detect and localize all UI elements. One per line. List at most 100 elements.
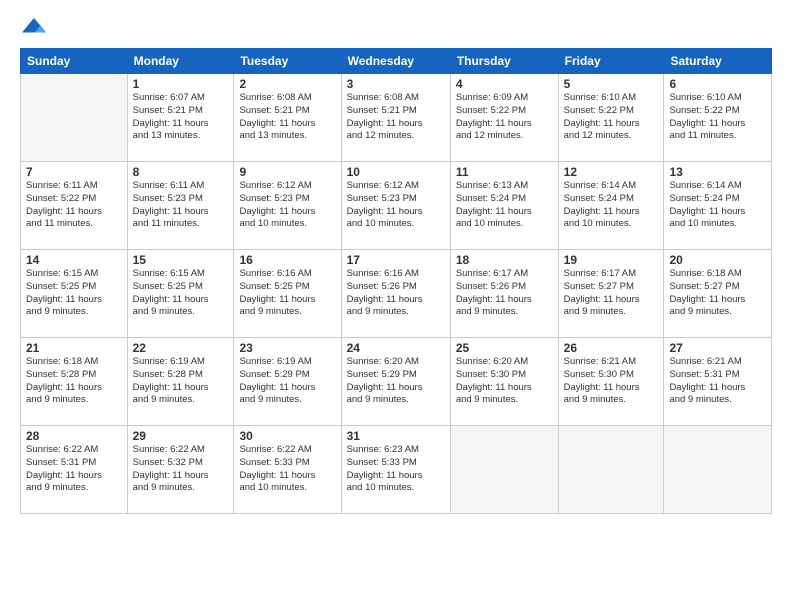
- day-number: 25: [456, 341, 553, 355]
- day-number: 8: [133, 165, 229, 179]
- calendar-cell: [21, 74, 128, 162]
- logo-icon: [20, 16, 48, 38]
- calendar-cell: 1Sunrise: 6:07 AMSunset: 5:21 PMDaylight…: [127, 74, 234, 162]
- day-info: Sunrise: 6:11 AMSunset: 5:23 PMDaylight:…: [133, 180, 229, 231]
- day-info: Sunrise: 6:22 AMSunset: 5:33 PMDaylight:…: [239, 444, 335, 495]
- day-number: 29: [133, 429, 229, 443]
- calendar-cell: 15Sunrise: 6:15 AMSunset: 5:25 PMDayligh…: [127, 250, 234, 338]
- calendar-cell: 24Sunrise: 6:20 AMSunset: 5:29 PMDayligh…: [341, 338, 450, 426]
- calendar: SundayMondayTuesdayWednesdayThursdayFrid…: [20, 48, 772, 514]
- day-info: Sunrise: 6:18 AMSunset: 5:27 PMDaylight:…: [669, 268, 766, 319]
- day-number: 2: [239, 77, 335, 91]
- calendar-cell: 23Sunrise: 6:19 AMSunset: 5:29 PMDayligh…: [234, 338, 341, 426]
- calendar-cell: 7Sunrise: 6:11 AMSunset: 5:22 PMDaylight…: [21, 162, 128, 250]
- calendar-cell: 4Sunrise: 6:09 AMSunset: 5:22 PMDaylight…: [450, 74, 558, 162]
- calendar-cell: 16Sunrise: 6:16 AMSunset: 5:25 PMDayligh…: [234, 250, 341, 338]
- calendar-cell: 30Sunrise: 6:22 AMSunset: 5:33 PMDayligh…: [234, 426, 341, 514]
- day-number: 7: [26, 165, 122, 179]
- weekday-header: Friday: [558, 49, 664, 74]
- weekday-header: Thursday: [450, 49, 558, 74]
- day-info: Sunrise: 6:12 AMSunset: 5:23 PMDaylight:…: [239, 180, 335, 231]
- calendar-cell: 9Sunrise: 6:12 AMSunset: 5:23 PMDaylight…: [234, 162, 341, 250]
- day-number: 23: [239, 341, 335, 355]
- day-info: Sunrise: 6:21 AMSunset: 5:31 PMDaylight:…: [669, 356, 766, 407]
- calendar-cell: [558, 426, 664, 514]
- calendar-cell: 17Sunrise: 6:16 AMSunset: 5:26 PMDayligh…: [341, 250, 450, 338]
- day-number: 19: [564, 253, 659, 267]
- day-number: 15: [133, 253, 229, 267]
- day-info: Sunrise: 6:19 AMSunset: 5:29 PMDaylight:…: [239, 356, 335, 407]
- calendar-cell: 2Sunrise: 6:08 AMSunset: 5:21 PMDaylight…: [234, 74, 341, 162]
- day-info: Sunrise: 6:09 AMSunset: 5:22 PMDaylight:…: [456, 92, 553, 143]
- day-info: Sunrise: 6:08 AMSunset: 5:21 PMDaylight:…: [347, 92, 445, 143]
- day-number: 30: [239, 429, 335, 443]
- weekday-header: Wednesday: [341, 49, 450, 74]
- day-info: Sunrise: 6:10 AMSunset: 5:22 PMDaylight:…: [564, 92, 659, 143]
- calendar-cell: 31Sunrise: 6:23 AMSunset: 5:33 PMDayligh…: [341, 426, 450, 514]
- day-info: Sunrise: 6:07 AMSunset: 5:21 PMDaylight:…: [133, 92, 229, 143]
- day-number: 20: [669, 253, 766, 267]
- calendar-cell: 22Sunrise: 6:19 AMSunset: 5:28 PMDayligh…: [127, 338, 234, 426]
- calendar-cell: 18Sunrise: 6:17 AMSunset: 5:26 PMDayligh…: [450, 250, 558, 338]
- day-number: 5: [564, 77, 659, 91]
- day-number: 27: [669, 341, 766, 355]
- day-number: 9: [239, 165, 335, 179]
- page: SundayMondayTuesdayWednesdayThursdayFrid…: [0, 0, 792, 612]
- weekday-header: Sunday: [21, 49, 128, 74]
- calendar-cell: 14Sunrise: 6:15 AMSunset: 5:25 PMDayligh…: [21, 250, 128, 338]
- day-number: 6: [669, 77, 766, 91]
- day-number: 3: [347, 77, 445, 91]
- calendar-cell: 5Sunrise: 6:10 AMSunset: 5:22 PMDaylight…: [558, 74, 664, 162]
- day-number: 14: [26, 253, 122, 267]
- day-info: Sunrise: 6:22 AMSunset: 5:31 PMDaylight:…: [26, 444, 122, 495]
- calendar-cell: 26Sunrise: 6:21 AMSunset: 5:30 PMDayligh…: [558, 338, 664, 426]
- day-info: Sunrise: 6:15 AMSunset: 5:25 PMDaylight:…: [133, 268, 229, 319]
- day-info: Sunrise: 6:17 AMSunset: 5:26 PMDaylight:…: [456, 268, 553, 319]
- day-number: 24: [347, 341, 445, 355]
- day-number: 21: [26, 341, 122, 355]
- day-number: 22: [133, 341, 229, 355]
- day-number: 18: [456, 253, 553, 267]
- calendar-cell: 29Sunrise: 6:22 AMSunset: 5:32 PMDayligh…: [127, 426, 234, 514]
- header: [20, 16, 772, 38]
- day-info: Sunrise: 6:18 AMSunset: 5:28 PMDaylight:…: [26, 356, 122, 407]
- day-info: Sunrise: 6:21 AMSunset: 5:30 PMDaylight:…: [564, 356, 659, 407]
- day-number: 31: [347, 429, 445, 443]
- day-number: 10: [347, 165, 445, 179]
- day-number: 26: [564, 341, 659, 355]
- weekday-header: Tuesday: [234, 49, 341, 74]
- day-info: Sunrise: 6:23 AMSunset: 5:33 PMDaylight:…: [347, 444, 445, 495]
- calendar-cell: 28Sunrise: 6:22 AMSunset: 5:31 PMDayligh…: [21, 426, 128, 514]
- day-info: Sunrise: 6:22 AMSunset: 5:32 PMDaylight:…: [133, 444, 229, 495]
- weekday-header: Monday: [127, 49, 234, 74]
- weekday-header: Saturday: [664, 49, 772, 74]
- calendar-cell: 19Sunrise: 6:17 AMSunset: 5:27 PMDayligh…: [558, 250, 664, 338]
- calendar-cell: 8Sunrise: 6:11 AMSunset: 5:23 PMDaylight…: [127, 162, 234, 250]
- calendar-cell: 27Sunrise: 6:21 AMSunset: 5:31 PMDayligh…: [664, 338, 772, 426]
- calendar-cell: 21Sunrise: 6:18 AMSunset: 5:28 PMDayligh…: [21, 338, 128, 426]
- calendar-cell: 10Sunrise: 6:12 AMSunset: 5:23 PMDayligh…: [341, 162, 450, 250]
- day-info: Sunrise: 6:20 AMSunset: 5:30 PMDaylight:…: [456, 356, 553, 407]
- day-info: Sunrise: 6:17 AMSunset: 5:27 PMDaylight:…: [564, 268, 659, 319]
- day-info: Sunrise: 6:13 AMSunset: 5:24 PMDaylight:…: [456, 180, 553, 231]
- day-number: 16: [239, 253, 335, 267]
- day-info: Sunrise: 6:16 AMSunset: 5:25 PMDaylight:…: [239, 268, 335, 319]
- calendar-cell: 20Sunrise: 6:18 AMSunset: 5:27 PMDayligh…: [664, 250, 772, 338]
- day-number: 13: [669, 165, 766, 179]
- calendar-cell: 11Sunrise: 6:13 AMSunset: 5:24 PMDayligh…: [450, 162, 558, 250]
- day-info: Sunrise: 6:16 AMSunset: 5:26 PMDaylight:…: [347, 268, 445, 319]
- day-info: Sunrise: 6:14 AMSunset: 5:24 PMDaylight:…: [564, 180, 659, 231]
- calendar-cell: [664, 426, 772, 514]
- calendar-cell: 13Sunrise: 6:14 AMSunset: 5:24 PMDayligh…: [664, 162, 772, 250]
- day-number: 11: [456, 165, 553, 179]
- day-info: Sunrise: 6:12 AMSunset: 5:23 PMDaylight:…: [347, 180, 445, 231]
- day-info: Sunrise: 6:11 AMSunset: 5:22 PMDaylight:…: [26, 180, 122, 231]
- calendar-cell: 12Sunrise: 6:14 AMSunset: 5:24 PMDayligh…: [558, 162, 664, 250]
- day-number: 12: [564, 165, 659, 179]
- calendar-cell: [450, 426, 558, 514]
- day-number: 4: [456, 77, 553, 91]
- calendar-cell: 25Sunrise: 6:20 AMSunset: 5:30 PMDayligh…: [450, 338, 558, 426]
- day-number: 17: [347, 253, 445, 267]
- day-info: Sunrise: 6:20 AMSunset: 5:29 PMDaylight:…: [347, 356, 445, 407]
- logo: [20, 16, 52, 38]
